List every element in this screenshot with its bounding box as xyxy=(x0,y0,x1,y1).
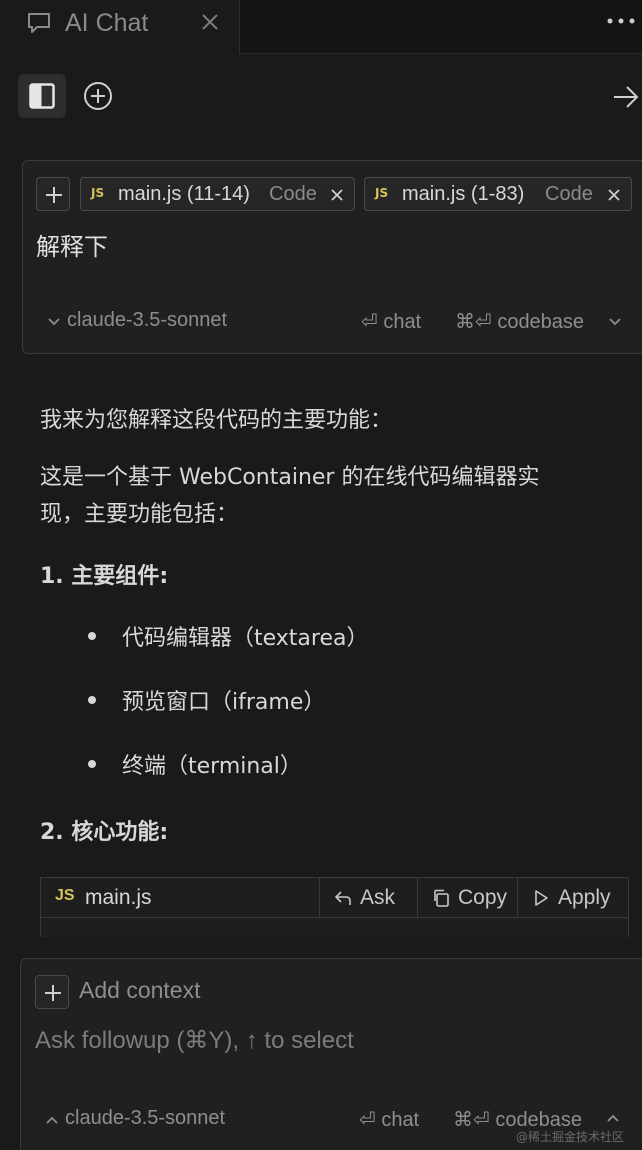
codebase-mode-button[interactable]: ⌘⏎ codebase xyxy=(455,309,584,334)
chip-kind: Code xyxy=(545,183,593,205)
bullet-dot xyxy=(88,632,96,640)
close-icon[interactable] xyxy=(607,188,621,202)
section-heading: 2. 核心功能: xyxy=(40,820,169,845)
copy-icon xyxy=(434,889,449,907)
user-message-text: 解释下 xyxy=(36,233,108,261)
user-message-card[interactable]: JS main.js (11-14) Code JS main.js (1-83… xyxy=(22,160,642,354)
section-heading: 1. 主要组件: xyxy=(40,564,169,589)
add-context-label[interactable]: Add context xyxy=(79,977,200,1004)
more-options-icon[interactable] xyxy=(606,16,636,26)
arrow-right-icon[interactable] xyxy=(612,84,640,110)
chat-mode-button[interactable]: ⏎ chat xyxy=(361,309,421,334)
close-icon[interactable] xyxy=(330,188,344,202)
reply-arrow-icon xyxy=(334,891,351,905)
message-footer: claude-3.5-sonnet ⏎ chat ⌘⏎ codebase xyxy=(23,309,642,339)
toggle-sidebar-button[interactable] xyxy=(18,74,66,118)
context-chip[interactable]: JS main.js (11-14) Code xyxy=(80,177,355,211)
bullet-dot xyxy=(88,696,96,704)
list-item: 终端（terminal） xyxy=(122,754,302,779)
ai-chat-panel: AI Chat JS main.js (11-14) Code JS main.… xyxy=(0,0,642,1150)
js-file-icon: JS xyxy=(375,186,389,200)
model-name: claude-3.5-sonnet xyxy=(67,309,228,331)
watermark: @稀土掘金技术社区 xyxy=(516,1130,625,1144)
chat-bubble-icon xyxy=(28,13,50,33)
plus-icon xyxy=(46,187,62,203)
new-chat-plus-icon[interactable] xyxy=(82,80,114,112)
followup-input-card[interactable]: Add context claude-3.5-sonnet ⏎ chat ⌘⏎ … xyxy=(20,958,642,1150)
ask-button[interactable]: Ask xyxy=(319,878,417,918)
plus-icon xyxy=(45,985,61,1001)
response-paragraph-line: 现，主要功能包括： xyxy=(40,502,239,527)
chevron-up-icon[interactable] xyxy=(606,1113,620,1123)
copy-button[interactable]: Copy xyxy=(417,878,517,918)
add-context-button[interactable] xyxy=(36,177,70,211)
chevron-up-icon xyxy=(46,1116,58,1124)
apply-button[interactable]: Apply xyxy=(517,878,630,918)
play-icon xyxy=(535,890,548,906)
list-item: 代码编辑器（textarea） xyxy=(122,626,369,651)
list-item: 预览窗口（iframe） xyxy=(122,690,326,715)
close-icon[interactable] xyxy=(200,12,220,32)
model-name: claude-3.5-sonnet xyxy=(65,1107,226,1129)
followup-input[interactable] xyxy=(35,1023,595,1059)
chip-file-name: main.js (11-14) xyxy=(118,183,250,205)
tab-title: AI Chat xyxy=(65,9,149,37)
chip-file-name: main.js (1-83) xyxy=(402,183,525,205)
response-paragraph-line: 这是一个基于 WebContainer 的在线代码编辑器实 xyxy=(40,465,540,490)
ask-label: Ask xyxy=(360,886,396,909)
code-block: JS main.js Ask Copy Apply xyxy=(40,877,629,937)
copy-label: Copy xyxy=(458,886,508,909)
response-intro: 我来为您解释这段代码的主要功能： xyxy=(40,408,393,433)
chevron-down-icon xyxy=(48,318,60,326)
add-context-button[interactable] xyxy=(35,975,69,1009)
js-file-icon: JS xyxy=(55,887,75,904)
code-file-name: main.js xyxy=(85,886,152,909)
tab-ai-chat[interactable]: AI Chat xyxy=(0,0,240,54)
chevron-down-icon[interactable] xyxy=(608,317,622,327)
chat-mode-button[interactable]: ⏎ chat xyxy=(359,1107,419,1132)
chip-kind: Code xyxy=(269,183,317,205)
code-block-header: JS main.js Ask Copy Apply xyxy=(41,878,628,918)
context-chip[interactable]: JS main.js (1-83) Code xyxy=(364,177,632,211)
apply-label: Apply xyxy=(558,886,611,909)
tab-bar: AI Chat xyxy=(0,0,642,54)
bullet-dot xyxy=(88,760,96,768)
sidebar-toggle-icon xyxy=(29,83,55,109)
js-file-icon: JS xyxy=(91,186,105,200)
